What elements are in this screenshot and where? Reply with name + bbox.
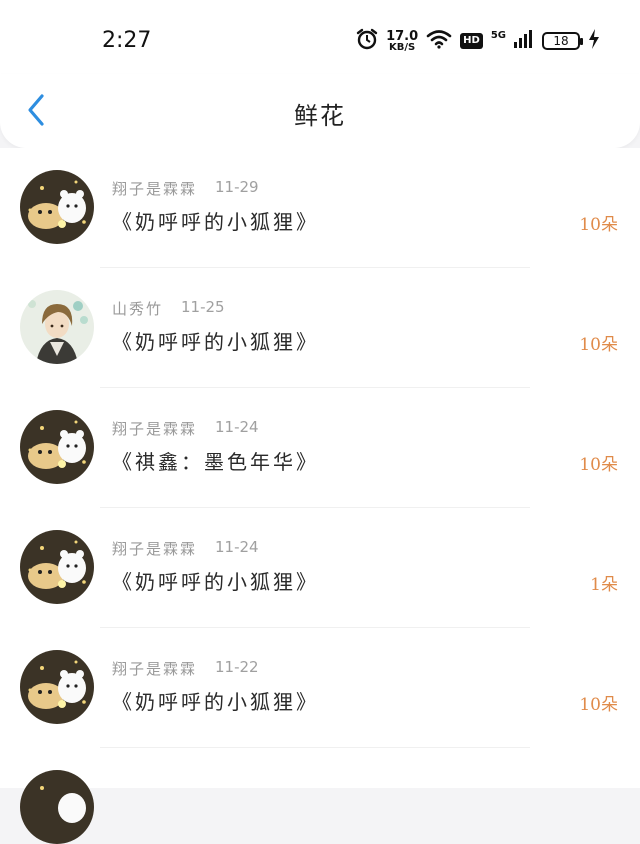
record-meta: 翔子是霖霖 11-29 xyxy=(112,178,259,199)
sender-name[interactable]: 翔子是霖霖 xyxy=(112,178,197,199)
list-item[interactable]: 翔子是霖霖 11-22 《奶呼呼的小狐狸》 10朵 xyxy=(0,628,640,748)
record-meta: 翔子是霖霖 11-24 xyxy=(112,418,259,439)
flower-count: 10朵 xyxy=(579,215,618,235)
list-item[interactable] xyxy=(0,748,640,844)
hd-badge: HD xyxy=(460,33,483,49)
book-title[interactable]: 《奶呼呼的小狐狸》 xyxy=(112,686,319,715)
sender-name[interactable]: 山秀竹 xyxy=(112,298,163,319)
record-meta: 山秀竹 11-25 xyxy=(112,298,225,319)
list-item[interactable]: 山秀竹 11-25 《奶呼呼的小狐狸》 10朵 xyxy=(0,268,640,388)
flower-count: 10朵 xyxy=(579,695,618,715)
avatar[interactable] xyxy=(20,290,94,364)
network-speed: 17.0 KB/S xyxy=(386,30,418,53)
battery-icon: 18 xyxy=(542,32,583,50)
record-date: 11-24 xyxy=(215,418,259,436)
wifi-icon xyxy=(426,29,452,53)
record-meta: 翔子是霖霖 11-24 xyxy=(112,538,259,559)
flower-record-list: 翔子是霖霖 11-29 《奶呼呼的小狐狸》 10朵 山秀竹 11-25 《奶呼呼… xyxy=(0,148,640,844)
sender-name[interactable]: 翔子是霖霖 xyxy=(112,658,197,679)
avatar[interactable] xyxy=(20,170,94,244)
battery-level: 18 xyxy=(553,34,569,48)
record-meta: 翔子是霖霖 11-22 xyxy=(112,658,259,679)
signal-icon xyxy=(514,30,534,52)
status-icons: 17.0 KB/S HD 5G 18 xyxy=(356,26,600,56)
list-item[interactable]: 翔子是霖霖 11-24 《奶呼呼的小狐狸》 1朵 xyxy=(0,508,640,628)
sender-name[interactable]: 翔子是霖霖 xyxy=(112,538,197,559)
book-title[interactable]: 《祺鑫：墨色年华》 xyxy=(112,446,319,475)
flower-count: 10朵 xyxy=(579,455,618,475)
charging-icon xyxy=(588,29,600,53)
flower-count: 10朵 xyxy=(579,335,618,355)
book-title[interactable]: 《奶呼呼的小狐狸》 xyxy=(112,566,319,595)
avatar[interactable] xyxy=(20,770,94,844)
list-item[interactable]: 翔子是霖霖 11-24 《祺鑫：墨色年华》 10朵 xyxy=(0,388,640,508)
record-date: 11-24 xyxy=(215,538,259,556)
page-title: 鲜花 xyxy=(294,102,346,130)
list-item[interactable]: 翔子是霖霖 11-29 《奶呼呼的小狐狸》 10朵 xyxy=(0,148,640,268)
flower-count: 1朵 xyxy=(590,575,618,595)
record-date: 11-29 xyxy=(215,178,259,196)
record-date: 11-25 xyxy=(181,298,225,316)
book-title[interactable]: 《奶呼呼的小狐狸》 xyxy=(112,326,319,355)
avatar[interactable] xyxy=(20,410,94,484)
book-title[interactable]: 《奶呼呼的小狐狸》 xyxy=(112,206,319,235)
alarm-icon xyxy=(356,28,378,54)
avatar[interactable] xyxy=(20,650,94,724)
network-speed-value: 17.0 xyxy=(386,28,419,44)
sender-name[interactable]: 翔子是霖霖 xyxy=(112,418,197,439)
status-time: 2:27 xyxy=(102,28,152,53)
record-date: 11-22 xyxy=(215,658,259,676)
network-speed-unit: KB/S xyxy=(389,41,416,53)
top-navigation-bar: 鲜花 xyxy=(0,74,640,148)
avatar[interactable] xyxy=(20,530,94,604)
network-type: 5G xyxy=(490,29,506,41)
status-bar: 2:27 17.0 KB/S HD 5G 18 xyxy=(0,0,640,80)
